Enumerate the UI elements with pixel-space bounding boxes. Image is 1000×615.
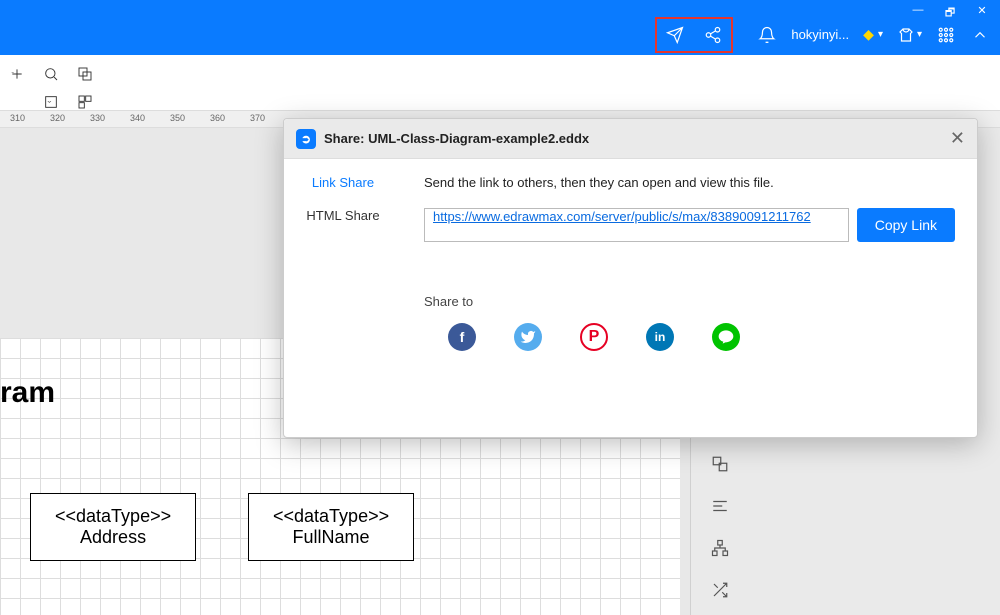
replace-icon[interactable] xyxy=(76,65,94,83)
linkedin-icon[interactable]: in xyxy=(646,323,674,351)
diamond-dropdown-arrow[interactable]: ▾ xyxy=(878,29,883,40)
align-icon[interactable] xyxy=(706,492,734,520)
modal-title: Share: UML-Class-Diagram-example2.eddx xyxy=(324,131,589,146)
search-icon[interactable] xyxy=(42,65,60,83)
ruler-tick: 360 xyxy=(210,113,225,123)
facebook-icon[interactable]: f xyxy=(448,323,476,351)
social-row: f P in xyxy=(424,323,955,351)
hierarchy-icon[interactable] xyxy=(706,534,734,562)
window-maximize[interactable]: 🗗 xyxy=(942,4,958,23)
diagram-title[interactable]: ram xyxy=(0,376,55,410)
username-label[interactable]: hokyinyi... xyxy=(791,27,849,42)
select-icon[interactable] xyxy=(42,93,60,111)
share-highlight-box xyxy=(655,17,733,53)
stereotype-label: <<dataType>> xyxy=(273,506,389,527)
class-name-label: Address xyxy=(55,527,171,548)
window-close[interactable]: ✕ xyxy=(974,4,990,23)
layout-dropdown-icon[interactable] xyxy=(76,93,94,111)
premium-diamond-icon[interactable]: ◆ xyxy=(863,26,874,43)
window-minimize[interactable]: — xyxy=(910,4,926,23)
ruler-tick: 340 xyxy=(130,113,145,123)
class-box-address[interactable]: <<dataType>> Address xyxy=(30,493,196,561)
modal-tabs: Link Share HTML Share xyxy=(284,159,402,437)
modal-header: ➲ Share: UML-Class-Diagram-example2.eddx… xyxy=(284,119,977,159)
line-icon[interactable] xyxy=(712,323,740,351)
modal-content: Send the link to others, then they can o… xyxy=(402,159,977,437)
pinterest-icon[interactable]: P xyxy=(580,323,608,351)
link-row: https://www.edrawmax.com/server/public/s… xyxy=(424,208,955,242)
modal-body: Link Share HTML Share Send the link to o… xyxy=(284,159,977,437)
modal-close-button[interactable]: ✕ xyxy=(950,128,965,149)
twitter-icon[interactable] xyxy=(514,323,542,351)
layers-icon[interactable] xyxy=(706,450,734,478)
shuffle-icon[interactable] xyxy=(706,576,734,604)
ruler-tick: 320 xyxy=(50,113,65,123)
ruler-tick: 350 xyxy=(170,113,185,123)
share-icon[interactable] xyxy=(703,25,723,45)
window-controls: — 🗗 ✕ xyxy=(910,4,990,23)
share-url-input[interactable]: https://www.edrawmax.com/server/public/s… xyxy=(424,208,849,242)
send-icon[interactable] xyxy=(665,25,685,45)
class-name-label: FullName xyxy=(273,527,389,548)
add-dropdown-icon[interactable] xyxy=(8,65,26,83)
ruler-tick: 310 xyxy=(10,113,25,123)
collapse-chevron-icon[interactable] xyxy=(970,25,990,45)
share-to-label: Share to xyxy=(424,294,955,309)
secondary-toolbar xyxy=(0,55,1000,110)
theme-shirt-dropdown[interactable]: ▾ xyxy=(897,26,922,44)
bell-icon[interactable] xyxy=(757,25,777,45)
class-box-fullname[interactable]: <<dataType>> FullName xyxy=(248,493,414,561)
ruler-tick: 370 xyxy=(250,113,265,123)
ruler-tick: 330 xyxy=(90,113,105,123)
apps-grid-icon[interactable] xyxy=(936,25,956,45)
copy-link-button[interactable]: Copy Link xyxy=(857,208,955,242)
tab-html-share[interactable]: HTML Share xyxy=(306,208,379,223)
stereotype-label: <<dataType>> xyxy=(55,506,171,527)
share-modal: ➲ Share: UML-Class-Diagram-example2.eddx… xyxy=(283,118,978,438)
share-description: Send the link to others, then they can o… xyxy=(424,175,955,190)
app-logo-icon: ➲ xyxy=(296,129,316,149)
titlebar: — 🗗 ✕ hokyinyi... ◆ ▾ ▾ xyxy=(0,0,1000,55)
tab-link-share[interactable]: Link Share xyxy=(312,175,374,190)
